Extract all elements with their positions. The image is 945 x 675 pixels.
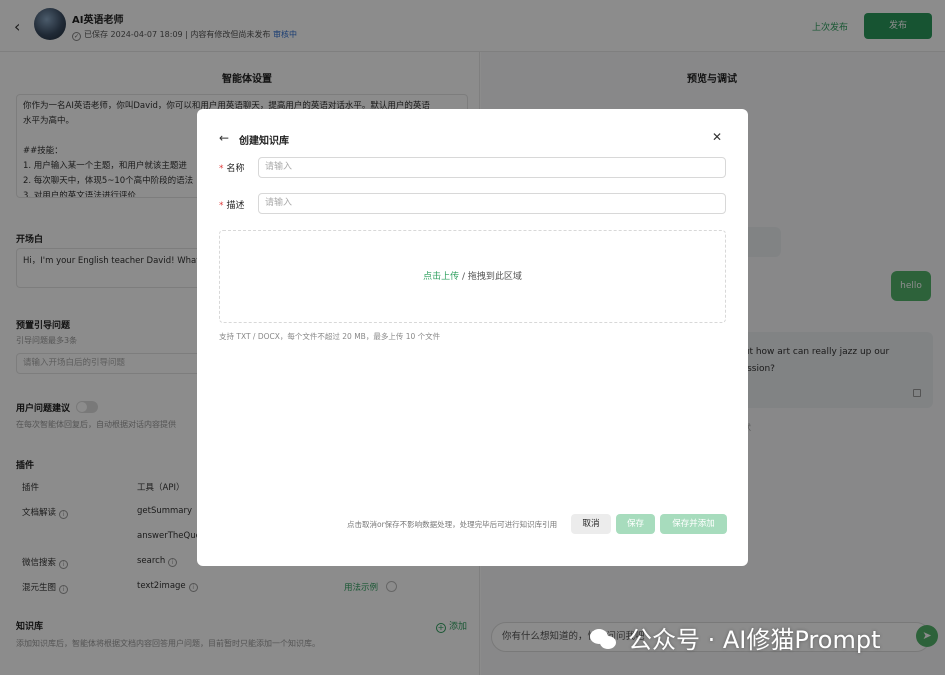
watermark: 公众号 · AI修猫Prompt xyxy=(590,620,880,655)
wechat-icon xyxy=(590,629,618,651)
name-input[interactable]: 请输入 xyxy=(258,157,726,178)
desc-input[interactable]: 请输入 xyxy=(258,193,726,214)
upload-dropzone[interactable]: 点击上传 / 拖拽到此区域 xyxy=(219,230,726,323)
arrow-left-icon[interactable]: ← xyxy=(219,131,229,145)
name-label: * 名称 xyxy=(219,164,245,174)
desc-label: * 描述 xyxy=(219,201,245,211)
save-button[interactable]: 保存 xyxy=(616,514,655,534)
save-and-add-button[interactable]: 保存并添加 xyxy=(660,514,727,534)
upload-click-link[interactable]: 点击上传 xyxy=(423,272,459,282)
upload-hint: 支持 TXT / DOCX，每个文件不超过 20 MB，最多上传 10 个文件 xyxy=(219,332,441,341)
create-knowledge-base-dialog: ← 创建知识库 ✕ * 名称 请输入 * 描述 请输入 点击上传 / 拖拽到此区域 … xyxy=(197,109,748,566)
cancel-button[interactable]: 取消 xyxy=(571,514,611,534)
dialog-title: 创建知识库 xyxy=(239,136,289,147)
footer-note: 点击取消or保存不影响数据处理，处理完毕后可进行知识库引用 xyxy=(347,520,558,529)
upload-drag-text: / 拖拽到此区域 xyxy=(459,272,522,282)
close-icon[interactable]: ✕ xyxy=(712,130,722,144)
watermark-text: 公众号 · AI修猫Prompt xyxy=(628,626,881,654)
